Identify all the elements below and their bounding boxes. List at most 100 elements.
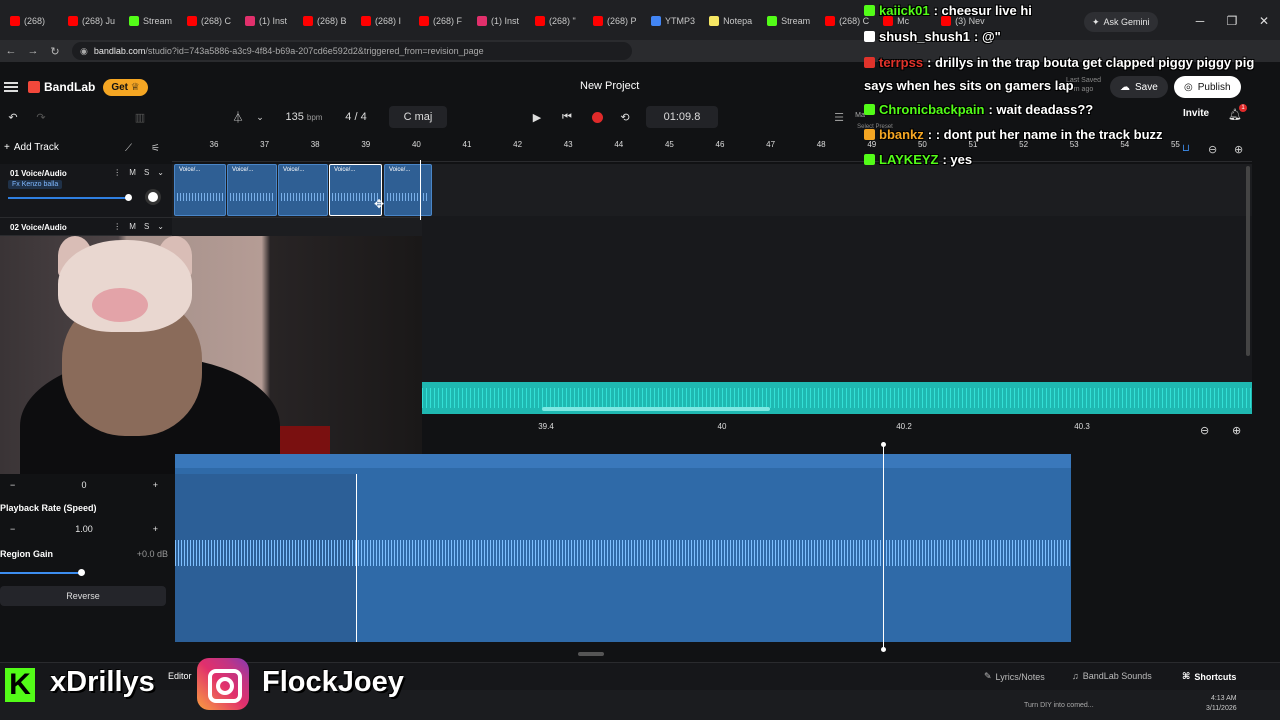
- pan-knob[interactable]: [145, 189, 161, 205]
- playhead-handle-bottom[interactable]: [881, 647, 886, 652]
- reload-icon[interactable]: ↻: [44, 45, 66, 58]
- volume-slider[interactable]: [8, 197, 128, 199]
- region-gain-knob[interactable]: [78, 569, 85, 576]
- editor-region[interactable]: [175, 454, 1071, 642]
- lyrics-notes-button[interactable]: ✎ Lyrics/Notes: [984, 671, 1045, 682]
- browser-tab[interactable]: (268) Ju: [62, 6, 121, 36]
- editor-playhead[interactable]: [883, 444, 884, 650]
- editor-zoom-out-icon[interactable]: ⊖: [1200, 424, 1209, 437]
- more-icon[interactable]: ⋮: [113, 222, 121, 231]
- pitch-stepper[interactable]: − 0 +: [0, 480, 168, 490]
- minus-icon[interactable]: −: [10, 524, 15, 534]
- browser-tab[interactable]: Stream: [761, 6, 817, 36]
- browser-tab[interactable]: Stream: [123, 6, 179, 36]
- restore-icon[interactable]: ❐: [1216, 0, 1248, 42]
- track-name[interactable]: 02 Voice/Audio: [10, 223, 67, 232]
- audio-region[interactable]: Voice/...: [227, 164, 277, 216]
- grid-icon[interactable]: ⊔: [1182, 143, 1190, 154]
- browser-tab[interactable]: Notepa: [703, 6, 759, 36]
- time-signature[interactable]: 4 / 4: [336, 106, 376, 128]
- url-field[interactable]: ◉ bandlab.com/studio?id=743a5886-a3c9-4f…: [72, 42, 632, 60]
- resize-handle[interactable]: [578, 652, 604, 656]
- minus-icon[interactable]: −: [10, 480, 15, 490]
- browser-tab[interactable]: (268) ": [529, 6, 585, 36]
- get-membership-button[interactable]: Get ♕: [103, 78, 148, 96]
- master-settings-icon[interactable]: ☰: [830, 106, 848, 128]
- editor-region-header[interactable]: [175, 454, 1071, 468]
- editor-ruler[interactable]: 39.4 40 40.2 40.3: [422, 418, 1252, 438]
- reverse-button[interactable]: Reverse: [0, 586, 166, 606]
- bandlab-logo[interactable]: BandLab: [28, 80, 95, 94]
- mixer-icon[interactable]: ▥: [132, 106, 148, 128]
- loop-icon[interactable]: ⟲: [616, 106, 634, 128]
- settings-sliders-icon[interactable]: ⚟: [151, 143, 160, 154]
- browser-tab[interactable]: (1) Inst: [471, 6, 527, 36]
- minimize-icon[interactable]: ─: [1184, 0, 1216, 42]
- editor-tab[interactable]: Editor: [168, 671, 192, 681]
- region-gain-slider[interactable]: [0, 572, 82, 574]
- playback-rate-stepper[interactable]: − 1.00 +: [0, 524, 168, 534]
- shortcuts-button[interactable]: ⌘ Shortcuts: [1182, 671, 1236, 682]
- vertical-scrollbar[interactable]: [1246, 166, 1250, 356]
- time-display[interactable]: 01:09.8: [646, 106, 718, 128]
- undo-icon[interactable]: ↶: [6, 106, 20, 128]
- solo-button[interactable]: S: [144, 168, 149, 177]
- more-icon[interactable]: ⋮: [113, 168, 121, 177]
- chevron-down-icon[interactable]: ⌄: [157, 168, 164, 177]
- browser-tab[interactable]: YTMP3: [645, 6, 701, 36]
- track-name[interactable]: 01 Voice/Audio: [10, 169, 67, 178]
- volume-knob[interactable]: [125, 194, 132, 201]
- browser-tab[interactable]: (268) P: [587, 6, 643, 36]
- zoom-out-icon[interactable]: ⊖: [1208, 143, 1217, 156]
- ask-gemini-button[interactable]: ✦ Ask Gemini: [1084, 12, 1158, 32]
- arrange-empty-area[interactable]: [422, 216, 1252, 382]
- fx-chip[interactable]: Fx Kenzo balla: [8, 180, 63, 189]
- playhead-handle-top[interactable]: [881, 442, 886, 447]
- back-icon[interactable]: ←: [0, 45, 22, 57]
- mute-button[interactable]: M: [129, 222, 136, 231]
- audio-region[interactable]: Voice/...: [278, 164, 328, 216]
- magic-wand-icon[interactable]: ⟋: [125, 143, 132, 154]
- site-info-icon[interactable]: ◉: [80, 46, 88, 57]
- skip-back-icon[interactable]: ⏮: [558, 106, 576, 128]
- browser-tab[interactable]: (268) I: [355, 6, 411, 36]
- redo-icon[interactable]: ↷: [34, 106, 48, 128]
- news-widget[interactable]: Turn DIY into comed...: [1024, 702, 1094, 709]
- save-button[interactable]: ☁ Save: [1110, 76, 1168, 98]
- browser-tab[interactable]: (268) B: [297, 6, 353, 36]
- bandlab-sounds-button[interactable]: ♫ BandLab Sounds: [1072, 671, 1152, 681]
- mute-button[interactable]: M: [129, 168, 136, 177]
- browser-tab[interactable]: (268) F: [413, 6, 469, 36]
- playback-rate-value[interactable]: 1.00: [75, 524, 93, 534]
- chevron-down-icon[interactable]: ⌄: [157, 222, 164, 231]
- browser-tab[interactable]: (268): [4, 6, 60, 36]
- invite-button[interactable]: Invite: [1183, 108, 1209, 119]
- add-track-button[interactable]: + Add Track: [4, 142, 59, 153]
- browser-tab[interactable]: (1) Inst: [239, 6, 295, 36]
- plus-icon[interactable]: +: [153, 480, 158, 490]
- record-button[interactable]: [588, 106, 606, 128]
- solo-button[interactable]: S: [144, 222, 149, 231]
- track-header-2[interactable]: 02 Voice/Audio ⋮ M S ⌄: [0, 218, 172, 236]
- playhead-marker[interactable]: [420, 160, 421, 220]
- play-icon[interactable]: ▶: [528, 106, 546, 128]
- forward-icon[interactable]: →: [22, 45, 44, 57]
- browser-tab[interactable]: (268) C: [181, 6, 237, 36]
- chevron-down-icon[interactable]: ⌄: [254, 106, 266, 128]
- audio-region[interactable]: Voice/...: [174, 164, 226, 216]
- metronome-icon[interactable]: ⏃: [230, 106, 246, 128]
- editor-zoom-in-icon[interactable]: ⊕: [1232, 424, 1241, 437]
- zoom-in-icon[interactable]: ⊕: [1234, 143, 1243, 156]
- publish-button[interactable]: ◎ Publish: [1174, 76, 1241, 98]
- plus-icon[interactable]: +: [153, 524, 158, 534]
- close-icon[interactable]: ✕: [1248, 0, 1280, 42]
- audio-region[interactable]: Voice/...: [384, 164, 432, 216]
- pitch-value[interactable]: 0: [81, 480, 86, 490]
- tempo-field[interactable]: 135 bpm: [276, 106, 332, 128]
- project-title[interactable]: New Project: [580, 80, 639, 92]
- taskbar-clock[interactable]: 4:13 AM 3/11/2026: [1206, 694, 1237, 714]
- hamburger-menu-icon[interactable]: [4, 82, 18, 92]
- track-header-1[interactable]: 01 Voice/Audio ⋮ M S ⌄ Fx Kenzo balla: [0, 164, 172, 218]
- key-selector[interactable]: C maj: [389, 106, 447, 128]
- horizontal-scroll-thumb[interactable]: [542, 407, 770, 411]
